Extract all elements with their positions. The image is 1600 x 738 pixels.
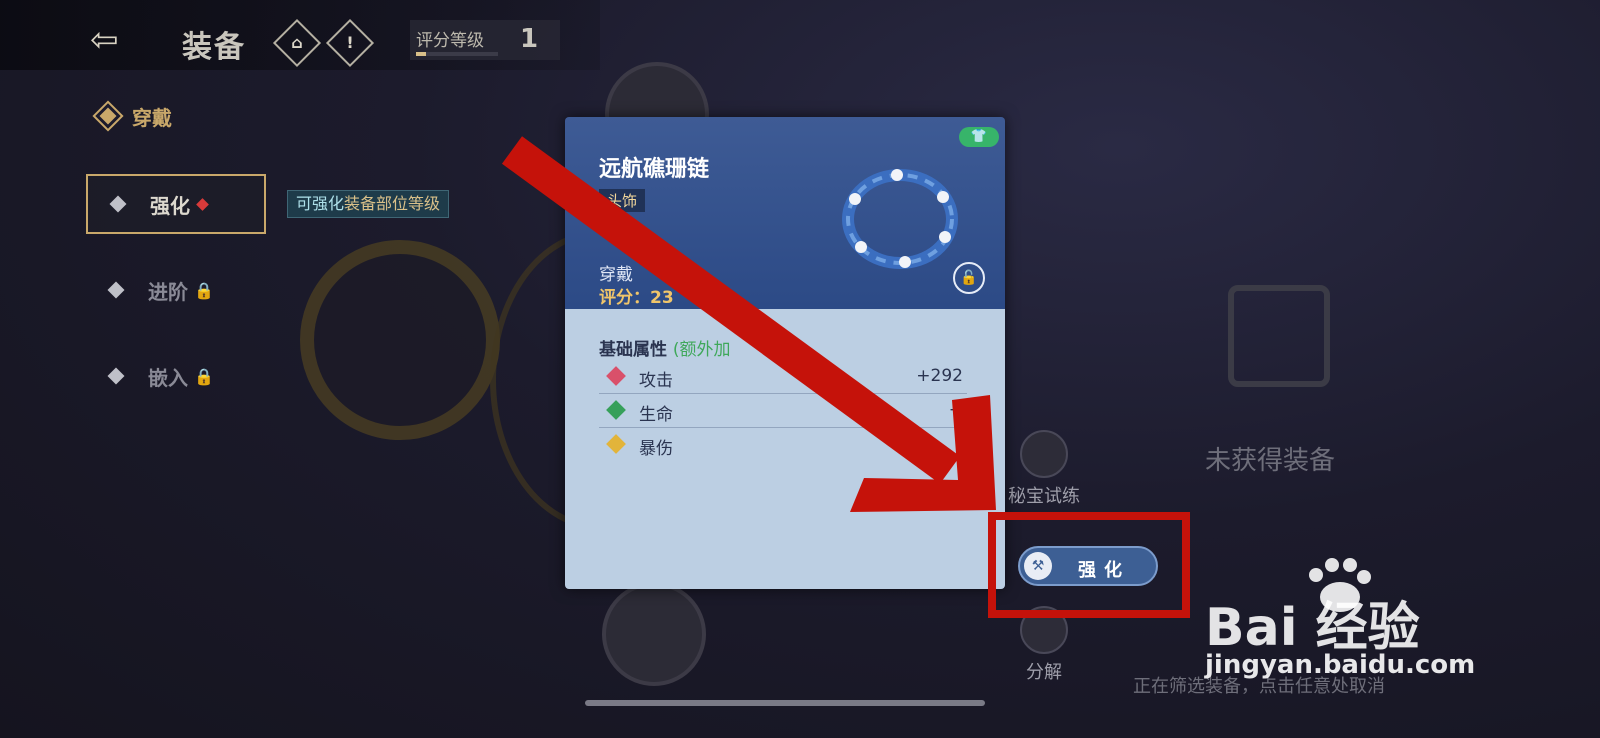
item-score: 评分：23 [599, 288, 674, 308]
no-equipment-text: 未获得装备 [1205, 446, 1336, 476]
stat-row-attack: 攻击 +292 [599, 361, 967, 394]
home-indicator[interactable] [585, 700, 985, 706]
wear-text: 穿戴 [599, 265, 633, 285]
rating-progress-bar [416, 52, 498, 56]
sidebar-item-label: 进阶 [148, 279, 188, 304]
equipment-wheel [300, 240, 500, 440]
rating-progress-fill [416, 52, 426, 56]
diamond-icon [107, 367, 125, 385]
rating-label: 评分等级 [416, 31, 484, 51]
sidebar-item-advance[interactable]: 进阶 🔒 [86, 262, 262, 318]
equipment-slot-feet[interactable] [602, 582, 706, 686]
watermark-logo: Bai 经验 [1205, 598, 1420, 658]
page-title: 装备 [182, 30, 246, 65]
rating-level: 评分等级 1 [410, 20, 560, 60]
item-name: 远航礁珊链 [599, 157, 710, 182]
item-slot-tag: 头饰 [599, 189, 646, 212]
enhance-tooltip: 可强化装备部位等级 [287, 190, 450, 218]
diamond-icon [109, 195, 127, 213]
sidebar-item-embed[interactable]: 嵌入 🔒 [86, 348, 262, 404]
necklace-icon [842, 169, 958, 269]
rating-value: 1 [520, 24, 539, 54]
lock-icon: 🔒 [194, 366, 214, 386]
attack-icon [606, 366, 626, 386]
annotation-highlight-box [988, 512, 1190, 618]
diamond-icon [99, 107, 117, 125]
stat-name: 生命 [639, 405, 673, 425]
red-dot-badge [196, 197, 209, 211]
sidebar-item-label: 嵌入 [148, 365, 188, 390]
home-icon: ⌂ [291, 33, 303, 52]
stat-name: 暴伤 [639, 439, 673, 459]
wear-row: 穿戴 1 [599, 260, 692, 285]
swords-icon [1020, 430, 1068, 478]
diamond-icon [107, 281, 125, 299]
exclamation-icon: ! [346, 33, 354, 52]
back-arrow-icon[interactable]: ⇦ [90, 18, 146, 62]
sidebar-item-enhance[interactable]: 强化 [86, 174, 266, 234]
wear-value: 1 [681, 265, 693, 285]
item-card-header: 远航礁珊链 头饰 穿戴 1 评分：23 👕 🔓 [565, 117, 1005, 309]
shirt-icon: 👕 [959, 127, 999, 147]
watermark-url: jingyan.baidu.com [1205, 650, 1476, 680]
stat-row-health: 生命 + [599, 395, 967, 428]
unlock-icon[interactable]: 🔓 [953, 262, 985, 294]
base-attributes-title: 基础属性 (额外加 [599, 335, 731, 360]
empty-equipment-icon [1228, 285, 1330, 387]
treasure-trial-label: 秘宝试练 [1008, 486, 1080, 507]
stat-row-crit-damage: 暴伤 [599, 429, 967, 461]
section-extra-text: (额外加 [672, 340, 731, 360]
section-title-text: 基础属性 [599, 340, 667, 360]
stat-value: + [948, 400, 963, 420]
sidebar-item-wear[interactable]: 穿戴 [86, 88, 262, 144]
sidebar-item-label: 穿戴 [132, 105, 172, 130]
stat-value: +292 [916, 366, 963, 386]
decompose-label: 分解 [1026, 662, 1062, 683]
sidebar-item-label: 强化 [150, 193, 190, 218]
heart-icon [606, 400, 626, 420]
lock-icon: 🔒 [194, 280, 214, 300]
crit-icon [606, 434, 626, 454]
treasure-trial-button[interactable]: 秘宝试练 [1004, 430, 1084, 508]
tooltip-prefix: 可强化 [296, 194, 345, 213]
item-detail-card: 远航礁珊链 头饰 穿戴 1 评分：23 👕 🔓 基础属性 (额外加 攻击 +29… [565, 117, 1005, 589]
tooltip-highlight: 装备部位等级 [344, 194, 441, 213]
stat-name: 攻击 [639, 371, 673, 391]
